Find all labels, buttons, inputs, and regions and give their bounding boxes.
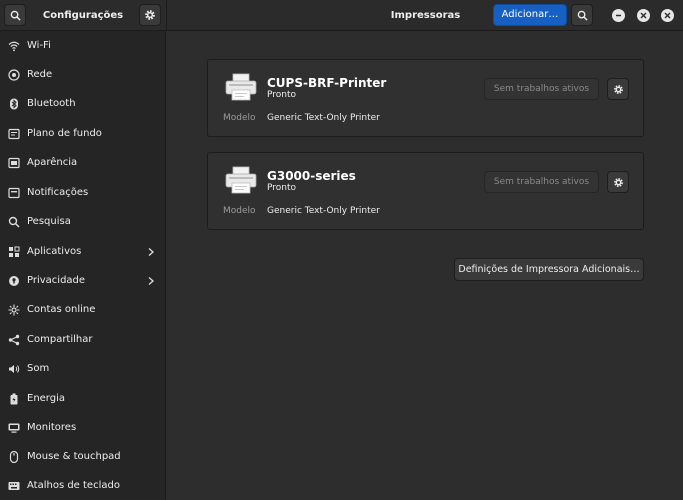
printer-model-label: Modelo: [223, 206, 256, 216]
power-icon: [8, 393, 20, 405]
sidebar-item-privacy[interactable]: Privacidade: [0, 266, 165, 295]
notifications-icon: [8, 187, 20, 199]
sidebar-item-label: Plano de fundo: [27, 128, 102, 139]
network-icon: [8, 68, 20, 81]
sidebar-item-label: Pesquisa: [27, 216, 71, 227]
printer-settings-button[interactable]: [607, 78, 629, 100]
gear-icon: [613, 177, 623, 187]
chevron-right-icon: [146, 247, 156, 257]
bluetooth-icon: [8, 98, 20, 110]
printer-settings-button[interactable]: [607, 171, 629, 193]
sidebar-item-power[interactable]: Energia: [0, 384, 165, 413]
sidebar-item-label: Contas online: [27, 304, 96, 315]
sidebar-item-search[interactable]: Pesquisa: [0, 207, 165, 236]
additional-printer-settings-button[interactable]: Definições de Impressora Adicionais…: [454, 258, 644, 281]
sidebar: Wi-Fi Rede Bluetooth Plano de fundo Apar…: [0, 31, 166, 500]
printer-name: CUPS-BRF-Printer: [267, 76, 387, 90]
printer-search-button[interactable]: [571, 4, 593, 26]
appearance-icon: [8, 157, 20, 169]
sidebar-item-label: Wi-Fi: [27, 40, 51, 51]
search-icon: [8, 216, 20, 228]
search-icon: [10, 10, 21, 21]
printer-jobs-button[interactable]: Sem trabalhos ativos: [484, 171, 599, 193]
maximize-icon: [640, 12, 647, 19]
keyboard-icon: [8, 480, 20, 492]
sidebar-item-label: Rede: [27, 69, 53, 80]
sidebar-item-label: Energia: [27, 393, 65, 404]
sidebar-item-share[interactable]: Compartilhar: [0, 325, 165, 354]
printer-model-value: Generic Text-Only Printer: [267, 113, 380, 123]
printer-card: CUPS-BRF-Printer Pronto Modelo Generic T…: [207, 59, 644, 137]
printer-jobs-button[interactable]: Sem trabalhos ativos: [484, 78, 599, 100]
sidebar-item-label: Privacidade: [27, 275, 86, 286]
sidebar-item-apps[interactable]: Aplicativos: [0, 237, 165, 266]
printer-icon: [225, 73, 257, 101]
sidebar-item-sound[interactable]: Som: [0, 354, 165, 383]
sidebar-item-bluetooth[interactable]: Bluetooth: [0, 89, 165, 118]
maximize-button[interactable]: [637, 9, 650, 22]
sidebar-item-label: Aplicativos: [27, 246, 82, 257]
sidebar-item-network[interactable]: Rede: [0, 60, 165, 89]
sidebar-title: Configurações: [42, 10, 124, 21]
sound-icon: [8, 363, 20, 375]
apps-icon: [8, 246, 20, 258]
minimize-button[interactable]: [612, 9, 625, 22]
main-header: Impressoras Adicionar…: [166, 0, 683, 31]
sidebar-item-displays[interactable]: Monitores: [0, 413, 165, 442]
sidebar-item-label: Atalhos de teclado: [27, 480, 120, 491]
background-icon: [8, 128, 20, 140]
sidebar-item-label: Monitores: [27, 422, 77, 433]
gear-icon: [613, 84, 623, 94]
search-icon: [577, 10, 588, 21]
printer-model-label: Modelo: [223, 113, 256, 123]
sidebar-item-online-accounts[interactable]: Contas online: [0, 295, 165, 324]
printer-model-value: Generic Text-Only Printer: [267, 206, 380, 216]
mouse-icon: [8, 450, 20, 463]
menu-button[interactable]: [139, 4, 161, 26]
sidebar-item-keyboard[interactable]: Atalhos de teclado: [0, 471, 165, 500]
sidebar-item-appearance[interactable]: Aparência: [0, 148, 165, 177]
minimize-icon: [616, 14, 621, 17]
sidebar-item-label: Som: [27, 363, 50, 374]
chevron-right-icon: [146, 276, 156, 286]
sidebar-item-label: Aparência: [27, 157, 78, 168]
online-accounts-icon: [8, 304, 20, 316]
printer-card: G3000-series Pronto Modelo Generic Text-…: [207, 152, 644, 230]
sidebar-item-label: Bluetooth: [27, 98, 76, 109]
printer-name: G3000-series: [267, 169, 356, 183]
sidebar-item-wifi[interactable]: Wi-Fi: [0, 31, 165, 60]
privacy-icon: [8, 275, 20, 287]
add-printer-button[interactable]: Adicionar…: [493, 4, 567, 26]
page-title: Impressoras: [390, 10, 461, 21]
sidebar-item-label: Mouse & touchpad: [27, 451, 121, 462]
sidebar-header: Configurações: [0, 0, 166, 31]
close-icon: [664, 12, 671, 19]
printer-icon: [225, 166, 257, 194]
gear-icon: [145, 10, 155, 20]
sidebar-item-label: Compartilhar: [27, 334, 93, 345]
close-button[interactable]: [661, 9, 674, 22]
printer-status: Pronto: [267, 90, 297, 100]
printer-status: Pronto: [267, 183, 297, 193]
sidebar-item-mouse[interactable]: Mouse & touchpad: [0, 442, 165, 471]
share-icon: [8, 334, 20, 346]
sidebar-item-background[interactable]: Plano de fundo: [0, 119, 165, 148]
sidebar-item-label: Notificações: [27, 187, 89, 198]
search-button[interactable]: [4, 4, 26, 26]
displays-icon: [8, 422, 20, 434]
wifi-icon: [8, 40, 20, 52]
sidebar-item-notifications[interactable]: Notificações: [0, 178, 165, 207]
